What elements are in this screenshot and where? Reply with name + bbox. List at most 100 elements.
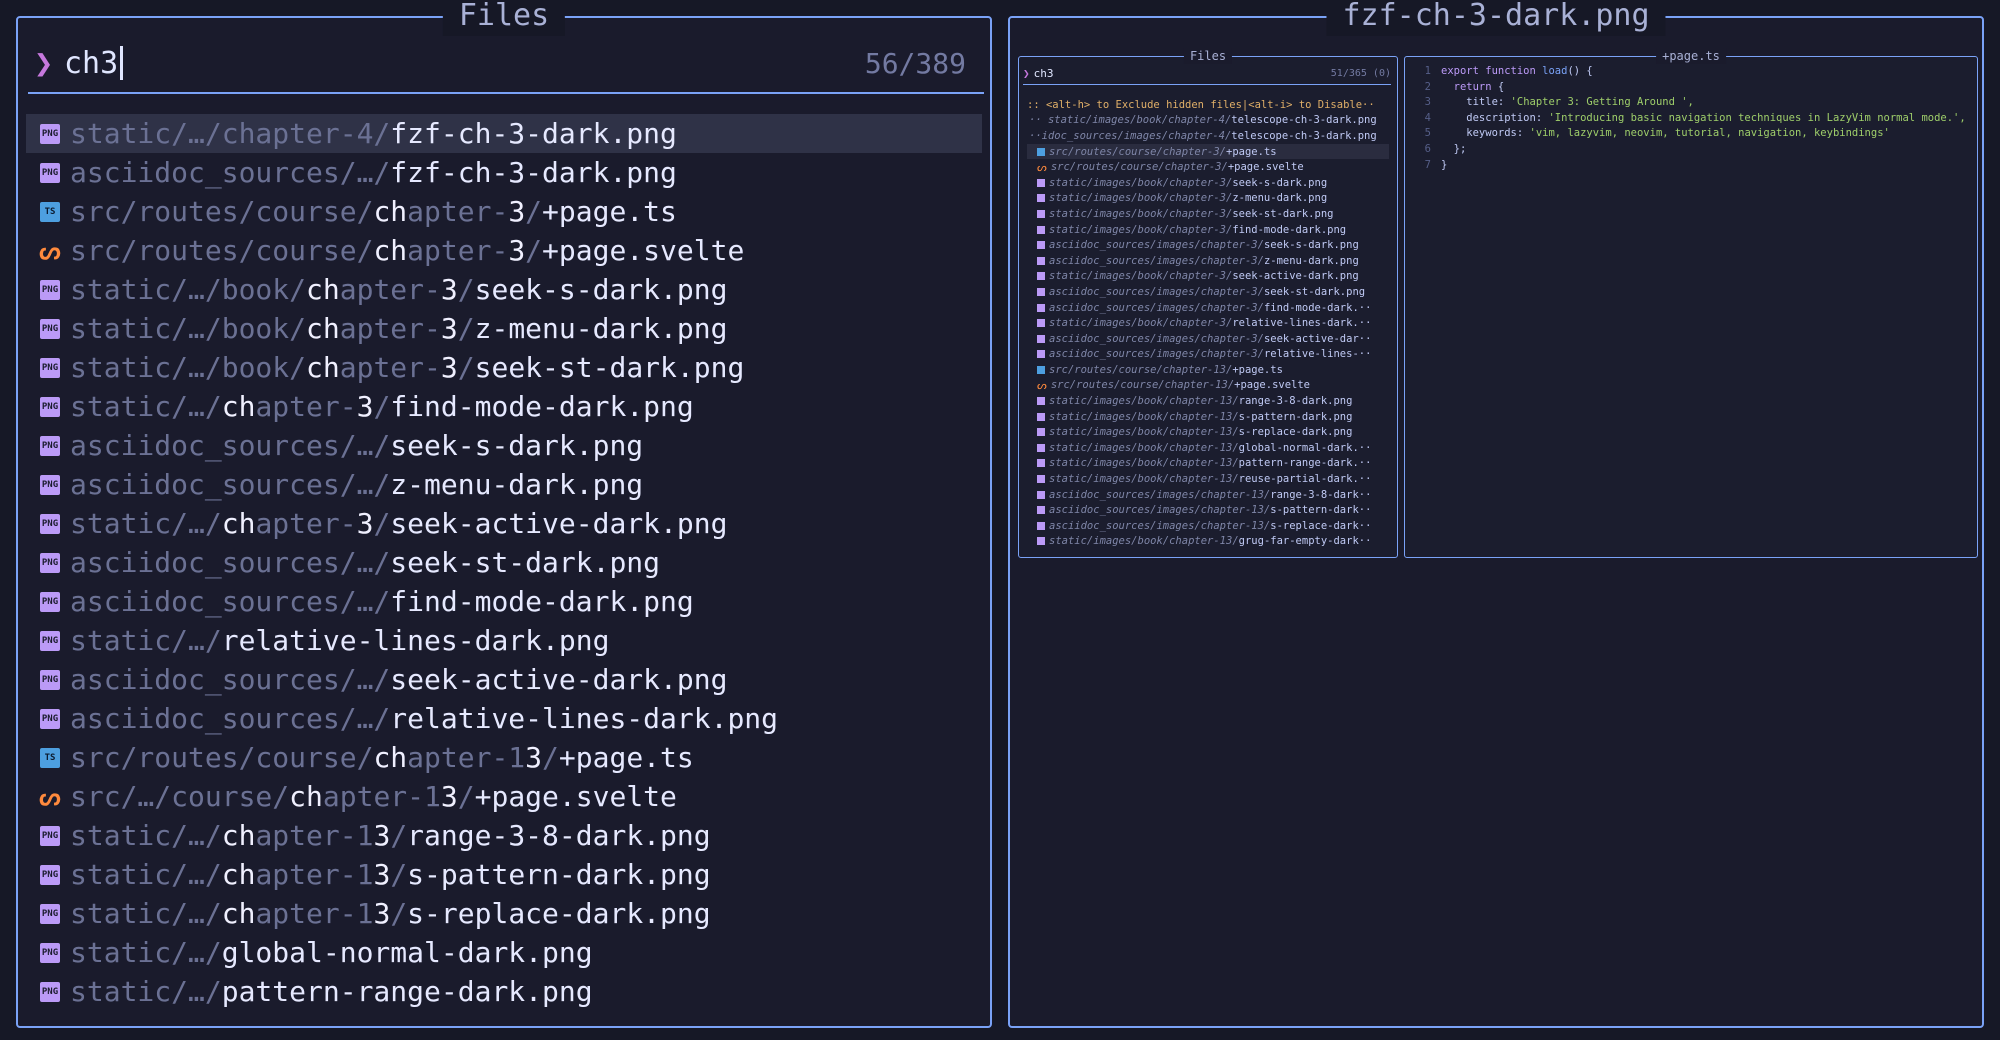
preview-result-filename: find-mode-dark.··	[1263, 301, 1372, 314]
preview-result-dir: asciidoc_sources/images/chapter-13/	[1049, 519, 1271, 532]
preview-result-row: asciidoc_sources/images/chapter-13/range…	[1027, 487, 1389, 503]
result-filename: +page.ts	[558, 741, 694, 774]
result-row[interactable]: PNG static/…/global-normal-dark.png	[26, 933, 982, 972]
preview-result-dir: static/images/book/chapter-3/	[1049, 207, 1233, 220]
preview-result-dir: asciidoc_sources/images/chapter-3/	[1049, 254, 1264, 267]
result-filename: relative-lines-dark.png	[221, 624, 610, 657]
code-token: 'Chapter 3: Getting Around ',	[1510, 96, 1694, 109]
result-row[interactable]: PNG asciidoc_sources/…/seek-s-dark.png	[26, 426, 982, 465]
result-filename: relative-lines-dark.png	[390, 702, 779, 735]
result-row[interactable]: PNG static/…/chapter-3/seek-active-dark.p…	[26, 504, 982, 543]
preview-result-row: static/images/book/chapter-13/pattern-ra…	[1027, 456, 1389, 472]
result-row[interactable]: PNG static/…/relative-lines-dark.png	[26, 621, 982, 660]
result-row[interactable]: PNG static/…/chapter-13/s-replace-dark.pn…	[26, 894, 982, 933]
result-row[interactable]: PNG static/…/book/chapter-3/seek-s-dark.p…	[26, 270, 982, 309]
code-token: load	[1542, 65, 1568, 77]
preview-result-dir: static/images/book/chapter-13/	[1049, 457, 1239, 470]
line-number: 1	[1424, 65, 1431, 77]
preview-search-prompt: ❯ ch3 51/365 (0)	[1023, 65, 1391, 81]
result-row[interactable]: PNG asciidoc_sources/…/relative-lines-dar…	[26, 699, 982, 738]
result-row[interactable]: PNG static/…/chapter-13/s-pattern-dark.pn…	[26, 855, 982, 894]
preview-result-filename: s-replace-dark.png	[1238, 426, 1353, 439]
line-number: 5	[1424, 127, 1431, 140]
png-file-icon: PNG	[40, 981, 60, 1002]
preview-result-filename: telescope-ch-3-dark.png	[1231, 114, 1377, 127]
png-file-icon	[1037, 272, 1045, 281]
result-filename: seek-st-dark.png	[474, 351, 745, 384]
preview-result-dir: asciidoc_sources/images/chapter-3/	[1049, 239, 1264, 252]
preview-result-dir: static/images/book/chapter-13/	[1049, 410, 1239, 423]
preview-result-row: static/images/book/chapter-13/grug-far-e…	[1027, 534, 1389, 550]
preview-result-dir: static/images/book/chapter-13/	[1049, 395, 1239, 408]
preview-result-row: asciidoc_sources/images/chapter-3/seek-s…	[1027, 237, 1389, 253]
code-line: 7}	[1413, 159, 1969, 175]
typescript-file-icon	[1037, 365, 1045, 374]
png-file-icon	[1037, 490, 1045, 499]
preview-result-dir: static/images/book/chapter-3/	[1049, 192, 1233, 205]
result-filename: +page.svelte	[474, 780, 677, 813]
preview-result-row: static/images/book/chapter-13/s-replace-…	[1027, 424, 1389, 440]
preview-files-title: Files	[1183, 48, 1233, 64]
preview-result-dir: static/images/book/chapter-3/	[1049, 223, 1233, 236]
preview-result-dir: static/images/book/chapter-3/	[1049, 317, 1233, 330]
result-row[interactable]: PNG static/…/pattern-range-dark.png	[26, 972, 982, 1011]
result-row[interactable]: PNG asciidoc_sources/…/seek-st-dark.png	[26, 543, 982, 582]
result-row[interactable]: PNG asciidoc_sources/…/find-mode-dark.png	[26, 582, 982, 621]
search-prompt[interactable]: ❯ ch3 56/389	[28, 36, 980, 90]
code-token: description:	[1441, 111, 1549, 124]
preview-result-row: static/images/book/chapter-3/relative-li…	[1027, 315, 1389, 331]
preview-result-row: src/routes/course/chapter-13/+page.ts	[1027, 362, 1389, 378]
png-file-icon	[1037, 209, 1045, 218]
result-filename: range-3-8-dark.png	[407, 819, 711, 852]
code-token: return	[1441, 80, 1498, 93]
result-filename: +page.ts	[542, 195, 677, 228]
result-row[interactable]: PNG static/…/chapter-13/range-3-8-dark.pn…	[26, 816, 982, 855]
result-row[interactable]: PNG static/…/chapter-3/find-mode-dark.png	[26, 387, 982, 426]
preview-result-dir: ··idoc_sources/images/chapter-4/	[1029, 129, 1232, 142]
preview-result-dir: src/routes/course/chapter-13/	[1050, 379, 1235, 392]
preview-result-dir: static/images/book/chapter-13/	[1049, 473, 1239, 486]
code-token: keywords:	[1441, 127, 1530, 140]
preview-result-row: asciidoc_sources/images/chapter-3/seek-a…	[1027, 331, 1389, 347]
code-token: export function	[1441, 65, 1543, 77]
result-row[interactable]: TS src/routes/course/chapter-3/+page.ts	[26, 192, 982, 231]
preview-result-filename: +page.svelte	[1227, 161, 1304, 174]
png-file-icon	[1037, 241, 1045, 250]
result-row[interactable]: PNG static/…/book/chapter-3/seek-st-dark.…	[26, 348, 982, 387]
search-input[interactable]: ch3	[64, 46, 118, 81]
png-file-icon: PNG	[40, 708, 60, 729]
result-row[interactable]: PNG asciidoc_sources/…/fzf-ch-3-dark.png	[26, 153, 982, 192]
result-row[interactable]: PNG static/…/chapter-4/fzf-ch-3-dark.png	[26, 114, 982, 153]
result-row[interactable]: ᔕ src/…/course/chapter-13/+page.svelte	[26, 777, 982, 816]
result-dir: src/routes/course/chapter-3/	[70, 195, 543, 228]
preview-separator	[1023, 84, 1391, 85]
result-row[interactable]: TS src/routes/course/chapter-13/+page.ts	[26, 738, 982, 777]
preview-hint: :: <alt-h> to Exclude hidden files|<alt-…	[1027, 97, 1389, 113]
preview-result-filename: +page.svelte	[1234, 379, 1310, 392]
result-row[interactable]: PNG asciidoc_sources/…/z-menu-dark.png	[26, 465, 982, 504]
png-file-icon	[1037, 459, 1045, 468]
result-dir: src/routes/course/chapter-3/	[70, 234, 543, 267]
preview-result-dir: asciidoc_sources/images/chapter-3/	[1049, 348, 1264, 361]
preview-result-dir: src/routes/course/chapter-3/	[1049, 145, 1227, 158]
result-dir: static/…/	[70, 975, 222, 1008]
result-row[interactable]: ᔕ src/routes/course/chapter-3/+page.svelt…	[26, 231, 982, 270]
preview-result-filename: +page.ts	[1232, 363, 1283, 376]
preview-result-filename: relative-lines-··	[1263, 348, 1372, 361]
png-file-icon	[1037, 334, 1045, 343]
preview-result-filename: s-pattern-dark··	[1270, 504, 1372, 517]
preview-result-row: ᔕ src/routes/course/chapter-13/+page.svel…	[1027, 378, 1389, 394]
png-file-icon: PNG	[40, 942, 60, 963]
result-filename: find-mode-dark.png	[390, 585, 694, 618]
code-token: title:	[1441, 96, 1511, 109]
result-filename: z-menu-dark.png	[474, 312, 728, 345]
result-row[interactable]: PNG static/…/book/chapter-3/z-menu-dark.p…	[26, 309, 982, 348]
result-dir: static/…/book/chapter-3/	[70, 312, 475, 345]
preview-result-dir: asciidoc_sources/images/chapter-13/	[1049, 504, 1271, 517]
preview-result-row: static/images/book/chapter-13/reuse-part…	[1027, 471, 1389, 487]
preview-result-row: asciidoc_sources/images/chapter-3/find-m…	[1027, 300, 1389, 316]
preview-result-filename: pattern-range-dark.··	[1238, 457, 1372, 470]
code-line: 1 export function load() {	[1413, 65, 1969, 81]
result-filename: seek-st-dark.png	[390, 546, 661, 579]
result-row[interactable]: PNG asciidoc_sources/…/seek-active-dark.p…	[26, 660, 982, 699]
